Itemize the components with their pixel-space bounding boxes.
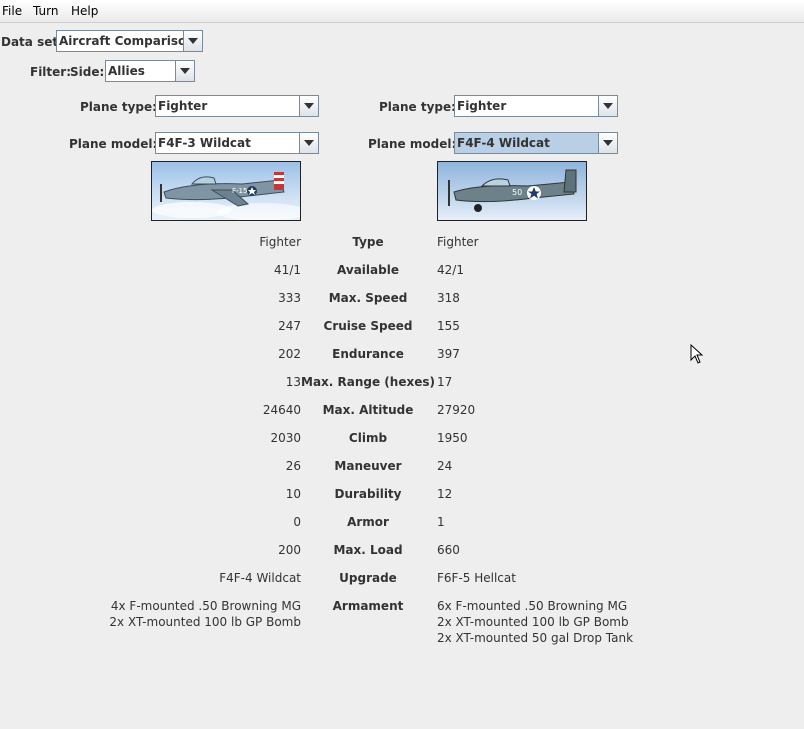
right-plane-type-value: Fighter <box>457 99 507 113</box>
plane-icon: F-15 <box>152 172 300 220</box>
filter-label: Filter: <box>30 65 72 79</box>
right-plane-model-select[interactable]: F4F-4 Wildcat <box>454 132 618 154</box>
stat-label: Max. Load <box>333 543 403 557</box>
right-stat-value: 318 <box>437 291 460 305</box>
right-armament-item: 6x F-mounted .50 Browning MG <box>437 599 628 613</box>
stat-label: Max. Range (hexes) <box>301 375 435 389</box>
right-armament-item: 2x XT-mounted 50 gal Drop Tank <box>437 631 634 645</box>
right-stat-value: 1950 <box>437 431 468 445</box>
menu-help[interactable]: Help <box>71 4 98 18</box>
right-plane-type-label: Plane type: <box>379 100 456 114</box>
side-value: Allies <box>108 64 145 78</box>
left-stat-value: 24640 <box>262 403 301 417</box>
right-stat-value: Fighter <box>437 235 479 249</box>
menu-file[interactable]: File <box>2 4 22 18</box>
chevron-down-icon[interactable] <box>175 61 194 81</box>
chevron-down-icon[interactable] <box>299 133 318 153</box>
stat-label: Climb <box>348 431 388 445</box>
dataset-select[interactable]: Aircraft Comparison <box>56 30 203 52</box>
svg-text:F-15: F-15 <box>232 187 247 195</box>
left-plane-type-label: Plane type: <box>80 100 157 114</box>
left-armament-item: 4x F-mounted .50 Browning MG <box>110 599 301 613</box>
svg-text:50: 50 <box>512 188 522 197</box>
left-stat-value: 2030 <box>270 431 301 445</box>
side-select[interactable]: Allies <box>105 60 195 82</box>
stat-label: Type <box>352 235 384 249</box>
dataset-label: Data set: <box>1 35 63 49</box>
right-stat-value: 397 <box>437 347 460 361</box>
stat-label: Max. Speed <box>328 291 408 305</box>
stat-label: Durability <box>334 487 402 501</box>
right-armament-item: 2x XT-mounted 100 lb GP Bomb <box>437 615 629 629</box>
stat-label: Armor <box>347 515 389 529</box>
stat-label: Max. Altitude <box>322 403 414 417</box>
left-stat-value: F4F-4 Wildcat <box>219 571 301 585</box>
left-stat-value: Fighter <box>259 235 301 249</box>
left-plane-model-label: Plane model: <box>69 137 158 151</box>
chevron-down-icon[interactable] <box>299 96 318 116</box>
right-plane-type-select[interactable]: Fighter <box>454 95 618 117</box>
left-armament-item: 2x XT-mounted 100 lb GP Bomb <box>109 615 301 629</box>
chevron-down-icon[interactable] <box>183 31 202 51</box>
left-stat-value: 41/1 <box>274 263 301 277</box>
right-stat-value: 24 <box>437 459 453 473</box>
menu-turn[interactable]: Turn <box>33 4 58 18</box>
left-plane-model-select[interactable]: F4F-3 Wildcat <box>155 132 319 154</box>
side-label: Side: <box>70 65 105 79</box>
dataset-value: Aircraft Comparison <box>59 34 195 48</box>
right-stat-value: 27920 <box>437 403 476 417</box>
left-plane-type-value: Fighter <box>158 99 208 113</box>
right-stat-value: F6F-5 Hellcat <box>437 571 516 585</box>
stat-label: Maneuver <box>334 459 402 473</box>
stat-label: Endurance <box>332 347 404 361</box>
plane-icon: 50 <box>448 169 577 212</box>
left-plane-image: F-15 <box>151 161 301 221</box>
right-plane-model-value: F4F-4 Wildcat <box>457 136 550 150</box>
left-plane-model-value: F4F-3 Wildcat <box>158 136 251 150</box>
mouse-cursor-icon <box>690 344 704 364</box>
right-stat-value: 17 <box>437 375 453 389</box>
left-plane-type-select[interactable]: Fighter <box>155 95 319 117</box>
right-stat-value: 12 <box>437 487 453 501</box>
stat-label: Cruise Speed <box>323 319 413 333</box>
stat-label: Available <box>337 263 399 277</box>
right-stat-value: 1 <box>437 515 445 529</box>
right-plane-image: 50 <box>437 161 587 221</box>
chevron-down-icon[interactable] <box>598 96 617 116</box>
armament-label: Armament <box>332 599 404 613</box>
right-plane-model-label: Plane model: <box>368 137 457 151</box>
stat-label: Upgrade <box>339 571 397 585</box>
right-stat-value: 660 <box>437 543 460 557</box>
menu-bar: File Turn Help <box>0 0 804 23</box>
right-stat-value: 155 <box>437 319 460 333</box>
chevron-down-icon[interactable] <box>598 133 617 153</box>
right-stat-value: 42/1 <box>437 263 464 277</box>
